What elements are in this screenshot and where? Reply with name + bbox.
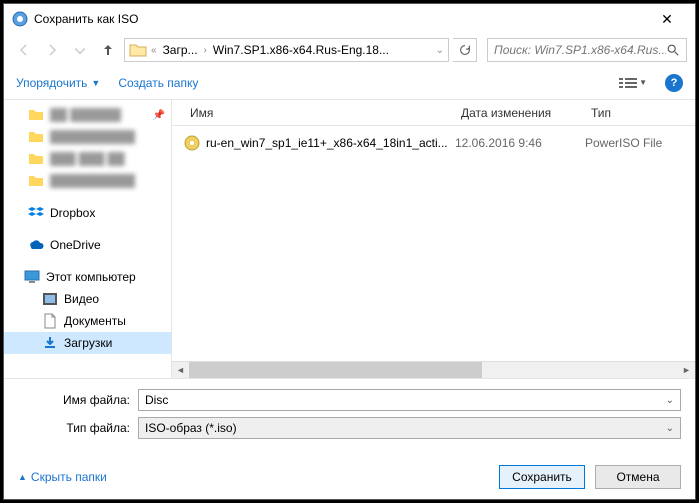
computer-icon [24, 269, 40, 285]
search-icon [666, 43, 680, 57]
folder-icon [28, 129, 44, 145]
sidebar-item-downloads[interactable]: Загрузки [4, 332, 171, 354]
sidebar-label: Видео [64, 292, 99, 306]
sidebar-label: Загрузки [64, 336, 112, 350]
folder-icon [28, 173, 44, 189]
save-dialog: Сохранить как ISO ✕ « Загр... › Win7.SP1… [3, 3, 696, 500]
search-input[interactable] [494, 43, 666, 57]
sidebar-item-dropbox[interactable]: Dropbox [4, 202, 171, 224]
sidebar-item[interactable]: ██████████ [4, 170, 171, 192]
scroll-right-icon[interactable]: ► [678, 362, 695, 379]
sidebar-item-onedrive[interactable]: OneDrive [4, 234, 171, 256]
sidebar-label: ███ ███ ██ [50, 152, 125, 166]
filetype-value: ISO-образ (*.iso) [145, 421, 666, 435]
chevron-right-icon: › [204, 45, 207, 56]
toolbar: Упорядочить ▼ Создать папку ▼ ? [4, 66, 695, 100]
document-icon [42, 313, 58, 329]
folder-icon [28, 151, 44, 167]
refresh-button[interactable] [453, 38, 477, 62]
save-button[interactable]: Сохранить [499, 465, 585, 489]
file-name: ru-en_win7_sp1_ie11+_x86-x64_18in1_acti.… [206, 136, 455, 150]
filename-field[interactable]: ⌄ [138, 389, 681, 411]
breadcrumb-1[interactable]: Загр... [161, 43, 200, 57]
close-button[interactable]: ✕ [647, 11, 687, 28]
titlebar: Сохранить как ISO ✕ [4, 4, 695, 34]
sidebar-label: OneDrive [50, 238, 101, 252]
sidebar-item[interactable]: ██ ██████ 📌 [4, 104, 171, 126]
sidebar-label: ██████████ [50, 174, 135, 188]
iso-icon [184, 135, 200, 151]
dropbox-icon [28, 205, 44, 221]
chevron-icon: « [151, 45, 157, 56]
onedrive-icon [28, 237, 44, 253]
address-bar[interactable]: « Загр... › Win7.SP1.x86-x64.Rus-Eng.18.… [124, 38, 449, 62]
body: ██ ██████ 📌 ██████████ ███ ███ ██ ██████… [4, 100, 695, 378]
file-date: 12.06.2016 9:46 [455, 136, 585, 150]
sidebar-label: ██ ██████ [50, 108, 121, 122]
col-date[interactable]: Дата изменения [455, 106, 585, 120]
cancel-button[interactable]: Отмена [595, 465, 681, 489]
filetype-field[interactable]: ISO-образ (*.iso) ⌄ [138, 417, 681, 439]
sidebar-label: Документы [64, 314, 126, 328]
filetype-row: Тип файла: ISO-образ (*.iso) ⌄ [18, 417, 681, 439]
new-folder-button[interactable]: Создать папку [118, 76, 198, 90]
breadcrumb-2[interactable]: Win7.SP1.x86-x64.Rus-Eng.18... [211, 43, 391, 57]
sidebar-item[interactable]: ██████████ [4, 126, 171, 148]
navbar: « Загр... › Win7.SP1.x86-x64.Rus-Eng.18.… [4, 34, 695, 66]
filetype-label: Тип файла: [18, 421, 138, 435]
horizontal-scrollbar[interactable]: ◄ ► [172, 361, 695, 378]
window-title: Сохранить как ISO [34, 12, 647, 26]
sidebar-item[interactable]: ███ ███ ██ [4, 148, 171, 170]
app-icon [12, 11, 28, 27]
folder-icon [129, 42, 147, 58]
folder-icon [28, 107, 44, 123]
sidebar-label: Этот компьютер [46, 270, 136, 284]
chevron-up-icon: ▲ [18, 472, 27, 482]
search-box[interactable] [487, 38, 687, 62]
form-area: Имя файла: ⌄ Тип файла: ISO-образ (*.iso… [4, 378, 695, 455]
sidebar-item-documents[interactable]: Документы [4, 310, 171, 332]
video-icon [42, 291, 58, 307]
file-pane: Имя Дата изменения Тип ru-en_win7_sp1_ie… [172, 100, 695, 378]
col-name[interactable]: Имя [184, 106, 455, 120]
filename-input[interactable] [145, 393, 666, 407]
back-button[interactable] [12, 38, 36, 62]
scroll-left-icon[interactable]: ◄ [172, 362, 189, 379]
sidebar-item-thispc[interactable]: Этот компьютер [4, 266, 171, 288]
filename-label: Имя файла: [18, 393, 138, 407]
chevron-down-icon: ▼ [91, 78, 100, 88]
organize-menu[interactable]: Упорядочить ▼ [16, 76, 100, 90]
hide-folders-label: Скрыть папки [31, 470, 107, 484]
help-button[interactable]: ? [665, 74, 683, 92]
recent-dropdown[interactable] [68, 38, 92, 62]
sidebar-label: ██████████ [50, 130, 135, 144]
footer: ▲ Скрыть папки Сохранить Отмена [4, 455, 695, 499]
organize-label: Упорядочить [16, 76, 87, 90]
up-button[interactable] [96, 38, 120, 62]
pin-icon: 📌 [153, 110, 165, 121]
file-list: ru-en_win7_sp1_ie11+_x86-x64_18in1_acti.… [172, 126, 695, 361]
hide-folders-link[interactable]: ▲ Скрыть папки [18, 470, 107, 484]
download-icon [42, 335, 58, 351]
sidebar-item-videos[interactable]: Видео [4, 288, 171, 310]
file-row[interactable]: ru-en_win7_sp1_ie11+_x86-x64_18in1_acti.… [184, 132, 695, 154]
sidebar-label: Dropbox [50, 206, 95, 220]
file-type: PowerISO File [585, 136, 695, 150]
col-type[interactable]: Тип [585, 106, 695, 120]
chevron-down-icon: ▼ [639, 78, 647, 87]
chevron-down-icon[interactable]: ⌄ [666, 395, 674, 406]
sidebar: ██ ██████ 📌 ██████████ ███ ███ ██ ██████… [4, 100, 172, 378]
filename-row: Имя файла: ⌄ [18, 389, 681, 411]
chevron-down-icon[interactable]: ⌄ [436, 45, 444, 56]
view-options[interactable]: ▼ [619, 76, 647, 90]
chevron-down-icon[interactable]: ⌄ [666, 423, 674, 434]
scroll-thumb[interactable] [189, 362, 482, 379]
column-header: Имя Дата изменения Тип [172, 100, 695, 126]
forward-button[interactable] [40, 38, 64, 62]
